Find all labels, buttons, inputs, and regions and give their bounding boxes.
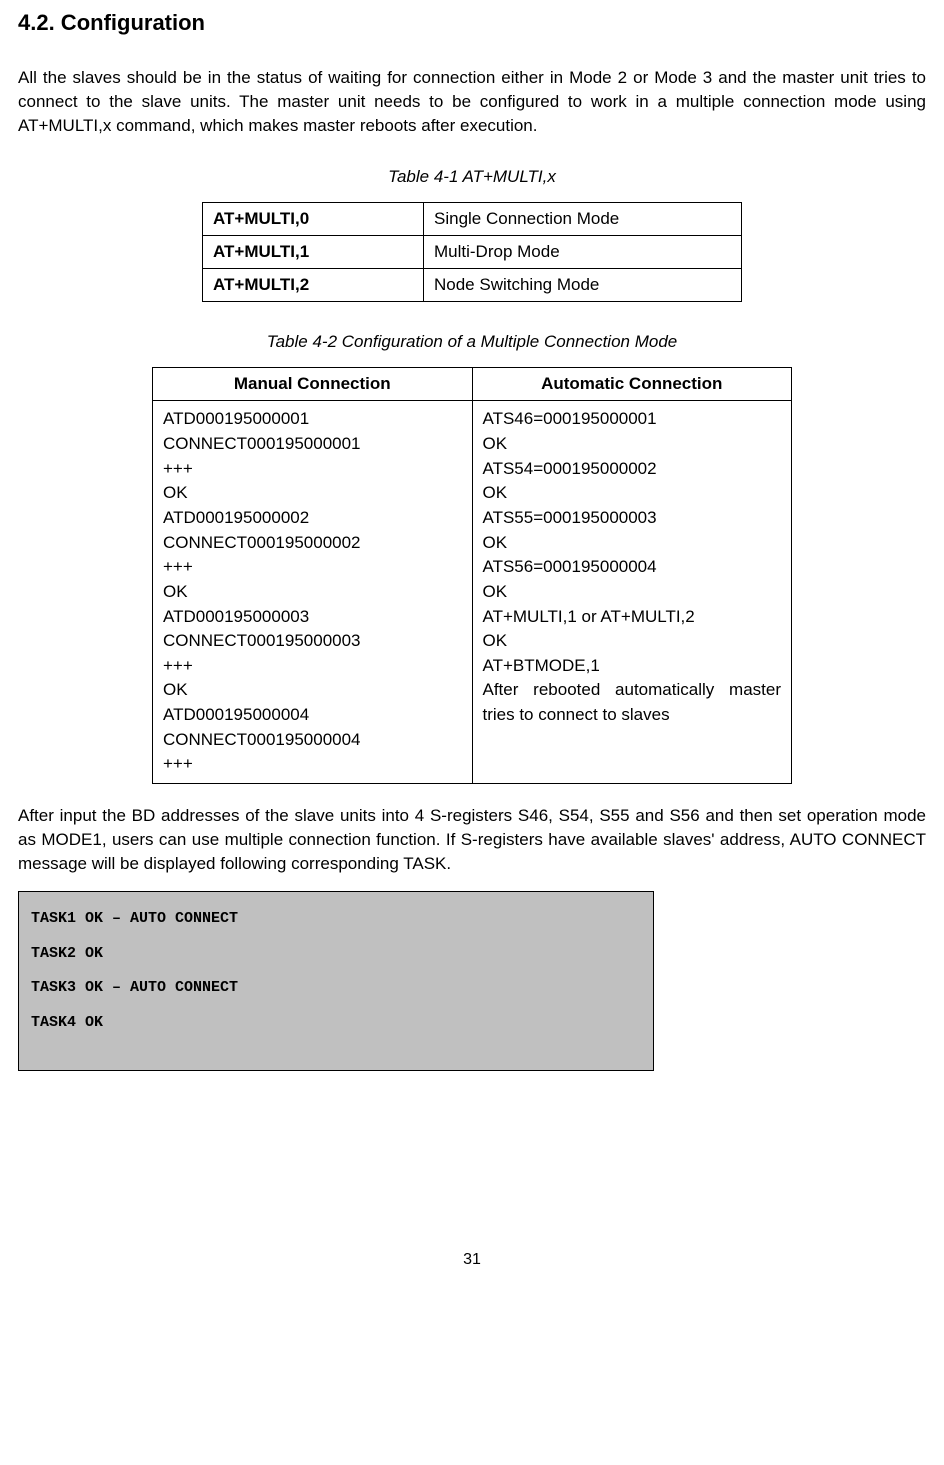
section-heading: 4.2. Configuration (18, 10, 926, 36)
cell-desc: Multi-Drop Mode (424, 236, 742, 269)
cell-cmd: AT+MULTI,1 (203, 236, 424, 269)
cell-auto: ATS46=000195000001 OK ATS54=000195000002… (472, 401, 792, 784)
cell-desc: Single Connection Mode (424, 203, 742, 236)
cell-manual: ATD000195000001 CONNECT000195000001 +++ … (153, 401, 473, 784)
table-at-multi: AT+MULTI,0 Single Connection Mode AT+MUL… (202, 202, 742, 302)
table2-caption: Table 4-2 Configuration of a Multiple Co… (18, 332, 926, 352)
cell-cmd: AT+MULTI,2 (203, 269, 424, 302)
task-output-box: TASK1 OK – AUTO CONNECT TASK2 OK TASK3 O… (18, 891, 654, 1071)
cell-desc: Node Switching Mode (424, 269, 742, 302)
header-auto: Automatic Connection (472, 368, 792, 401)
table-header-row: Manual Connection Automatic Connection (153, 368, 792, 401)
auto-text: ATS46=000195000001 OK ATS54=000195000002… (483, 409, 695, 674)
page-number: 31 (18, 1251, 926, 1269)
manual-text: ATD000195000001 CONNECT000195000001 +++ … (163, 409, 361, 773)
header-manual: Manual Connection (153, 368, 473, 401)
table-row: AT+MULTI,2 Node Switching Mode (203, 269, 742, 302)
table-row: AT+MULTI,1 Multi-Drop Mode (203, 236, 742, 269)
after-paragraph: After input the BD addresses of the slav… (18, 804, 926, 875)
table-row: ATD000195000001 CONNECT000195000001 +++ … (153, 401, 792, 784)
auto-last-text: After rebooted automatically master trie… (483, 678, 782, 727)
table-config-mode: Manual Connection Automatic Connection A… (152, 367, 792, 784)
table1-caption: Table 4-1 AT+MULTI,x (18, 167, 926, 187)
cell-cmd: AT+MULTI,0 (203, 203, 424, 236)
table-row: AT+MULTI,0 Single Connection Mode (203, 203, 742, 236)
intro-paragraph: All the slaves should be in the status o… (18, 66, 926, 137)
